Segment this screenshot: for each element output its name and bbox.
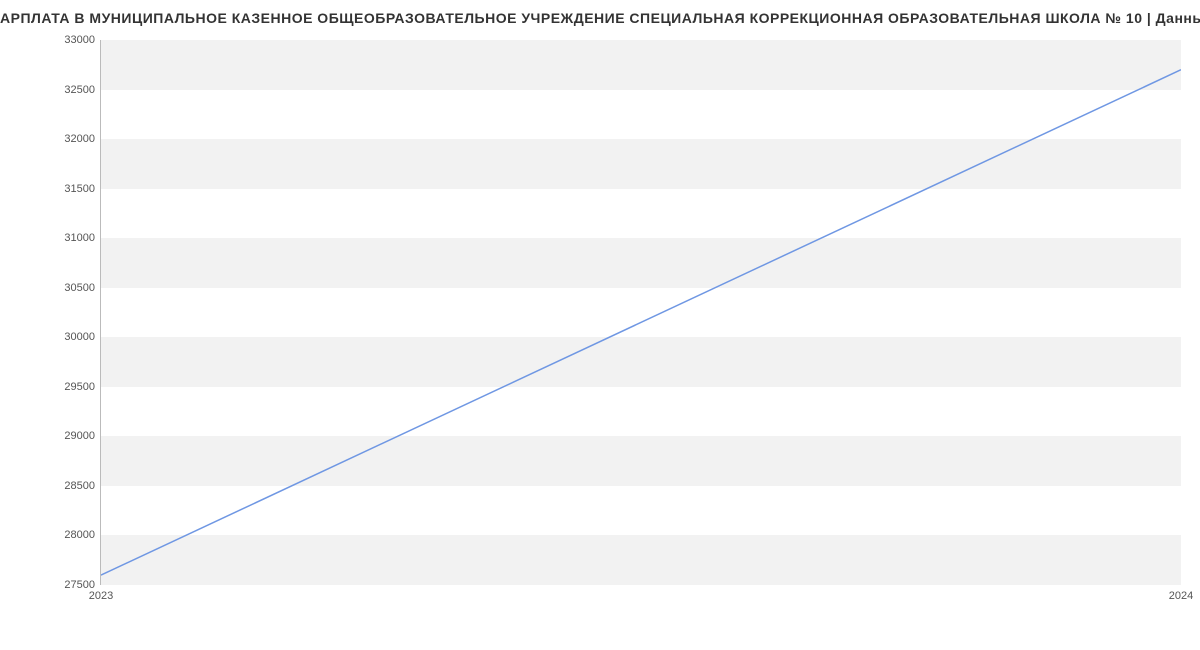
y-tick-label: 31000 <box>45 232 95 244</box>
chart-title: АРПЛАТА В МУНИЦИПАЛЬНОЕ КАЗЕННОЕ ОБЩЕОБР… <box>0 10 1200 26</box>
y-tick-label: 29000 <box>45 430 95 442</box>
series-line <box>101 70 1181 575</box>
y-tick-label: 32500 <box>45 84 95 96</box>
x-tick-label: 2023 <box>89 590 113 602</box>
series-layer <box>101 40 1181 585</box>
plot-area: 2750028000285002900029500300003050031000… <box>100 40 1180 585</box>
y-tick-label: 29500 <box>45 381 95 393</box>
y-tick-label: 27500 <box>45 579 95 591</box>
y-tick-label: 32000 <box>45 133 95 145</box>
y-tick-label: 31500 <box>45 183 95 195</box>
y-tick-label: 30000 <box>45 331 95 343</box>
y-tick-label: 28000 <box>45 529 95 541</box>
x-tick-label: 2024 <box>1169 590 1193 602</box>
y-tick-label: 30500 <box>45 282 95 294</box>
y-tick-label: 28500 <box>45 480 95 492</box>
y-tick-label: 33000 <box>45 34 95 46</box>
salary-chart: АРПЛАТА В МУНИЦИПАЛЬНОЕ КАЗЕННОЕ ОБЩЕОБР… <box>0 0 1200 650</box>
